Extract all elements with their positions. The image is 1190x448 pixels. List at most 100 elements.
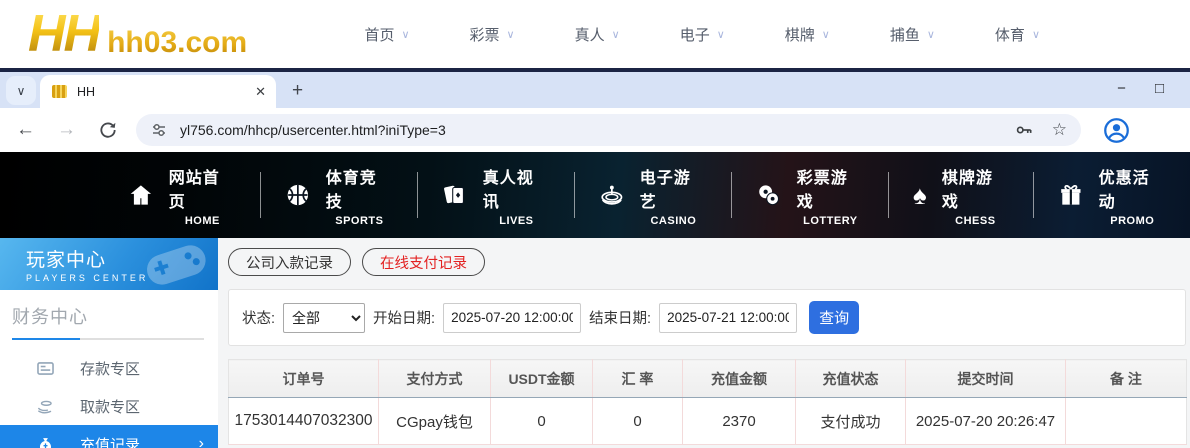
back-button[interactable]: ← bbox=[16, 119, 35, 141]
address-bar[interactable]: yl756.com/hhcp/usercenter.html?iniType=3… bbox=[136, 114, 1081, 146]
gamenav-lives[interactable]: 真人视讯 LIVES bbox=[418, 164, 574, 227]
gamenav-en: SPORTS bbox=[335, 215, 383, 227]
cards-icon bbox=[442, 182, 468, 208]
start-date-label: 开始日期: bbox=[373, 307, 435, 328]
site-info-icon[interactable] bbox=[150, 121, 168, 139]
minimize-button[interactable]: − bbox=[1117, 80, 1126, 98]
site-logo[interactable]: HH hh03.com bbox=[28, 6, 247, 62]
section-underline-accent bbox=[12, 338, 80, 340]
cell-payment-method: CGpay钱包 bbox=[379, 398, 491, 445]
main-panel: 公司入款记录 在线支付记录 状态: 全部 开始日期: 结束日期: 查询 bbox=[218, 238, 1190, 448]
page: HH hh03.com 首页 ∨ 彩票 ∨ 真人 ∨ 电子 ∨ 棋牌 ∨ bbox=[0, 0, 1190, 448]
gamenav-cn: 优惠活动 bbox=[1099, 164, 1166, 212]
start-date-input[interactable] bbox=[443, 303, 581, 333]
chevron-down-icon: ∨ bbox=[401, 28, 409, 41]
gamenav-en: CHESS bbox=[955, 215, 995, 227]
gamenav-en: HOME bbox=[185, 215, 220, 227]
browser-tab[interactable]: HH ✕ bbox=[40, 75, 276, 108]
gamenav-labels: 体育竞技 SPORTS bbox=[326, 164, 393, 227]
password-key-icon[interactable] bbox=[1014, 120, 1034, 140]
sidebar-item-label: 充值记录 bbox=[80, 434, 140, 448]
gamenav-sports[interactable]: 体育竞技 SPORTS bbox=[261, 164, 417, 227]
site-nav-live[interactable]: 真人 ∨ bbox=[575, 24, 620, 45]
gamenav-cn: 网站首页 bbox=[169, 164, 236, 212]
deposit-card-icon bbox=[36, 359, 55, 378]
gamenav-en: LOTTERY bbox=[803, 215, 857, 227]
tab-search-button[interactable]: ∨ bbox=[6, 76, 36, 105]
tab-strip: ∨ HH ✕ + − □ bbox=[0, 72, 1190, 108]
end-date-label: 结束日期: bbox=[589, 307, 651, 328]
nav-label: 捕鱼 bbox=[890, 24, 920, 45]
forward-button[interactable]: → bbox=[57, 119, 76, 141]
col-order-no: 订单号 bbox=[229, 360, 379, 398]
chevron-down-icon: ∨ bbox=[717, 28, 725, 41]
sidebar-item-label: 存款专区 bbox=[80, 358, 140, 379]
gamenav-labels: 彩票游戏 LOTTERY bbox=[797, 164, 864, 227]
nav-label: 电子 bbox=[680, 24, 710, 45]
site-nav-chess[interactable]: 棋牌 ∨ bbox=[785, 24, 830, 45]
status-select[interactable]: 全部 bbox=[283, 303, 365, 333]
query-button[interactable]: 查询 bbox=[809, 301, 859, 334]
basketball-icon bbox=[285, 182, 311, 208]
sidebar-item-withdraw[interactable]: 取款专区 bbox=[0, 387, 218, 425]
sidebar-item-label: 取款专区 bbox=[80, 396, 140, 417]
home-icon bbox=[128, 182, 154, 208]
col-recharge-amount: 充值金额 bbox=[683, 360, 796, 398]
site-nav-home[interactable]: 首页 ∨ bbox=[364, 24, 409, 45]
sidebar-item-deposit[interactable]: 存款专区 bbox=[0, 349, 218, 387]
lottery-balls-icon bbox=[756, 182, 782, 208]
col-exchange-rate: 汇 率 bbox=[593, 360, 683, 398]
site-nav-lottery[interactable]: 彩票 ∨ bbox=[470, 24, 515, 45]
nav-label: 真人 bbox=[575, 24, 605, 45]
maximize-button[interactable]: □ bbox=[1155, 80, 1164, 98]
site-nav: 首页 ∨ 彩票 ∨ 真人 ∨ 电子 ∨ 棋牌 ∨ 捕鱼 ∨ bbox=[364, 24, 1040, 45]
roulette-icon bbox=[599, 182, 625, 208]
col-submit-time: 提交时间 bbox=[906, 360, 1066, 398]
gamenav-chess[interactable]: ♠ 棋牌游戏 CHESS bbox=[889, 164, 1033, 227]
gamenav-labels: 棋牌游戏 CHESS bbox=[942, 164, 1009, 227]
browser-toolbar: ← → yl756.com/hhcp/usercenter.html?iniTy… bbox=[0, 108, 1190, 152]
col-recharge-status: 充值状态 bbox=[796, 360, 906, 398]
gamenav-cn: 电子游艺 bbox=[640, 164, 707, 212]
col-remark: 备 注 bbox=[1066, 360, 1187, 398]
site-nav-fishing[interactable]: 捕鱼 ∨ bbox=[890, 24, 935, 45]
chevron-down-icon: ∨ bbox=[1032, 28, 1040, 41]
table-row: 1753014407032300 CGpay钱包 0 0 2370 支付成功 2… bbox=[229, 398, 1187, 445]
col-usdt-amount: USDT金额 bbox=[491, 360, 593, 398]
game-nav: 网站首页 HOME 体育竞技 SPORTS 真人视讯 LI bbox=[0, 152, 1190, 238]
cell-order-no: 1753014407032300 bbox=[229, 398, 379, 445]
window-controls: − □ bbox=[1117, 80, 1164, 98]
chevron-down-icon: ∨ bbox=[17, 84, 26, 98]
logo-hh-text: HH bbox=[28, 6, 99, 62]
chevron-down-icon: ∨ bbox=[612, 28, 620, 41]
tab-close-icon[interactable]: ✕ bbox=[255, 84, 266, 100]
bookmark-star-icon[interactable]: ☆ bbox=[1052, 120, 1067, 140]
gamenav-lottery[interactable]: 彩票游戏 LOTTERY bbox=[732, 164, 888, 227]
site-header: HH hh03.com 首页 ∨ 彩票 ∨ 真人 ∨ 电子 ∨ 棋牌 ∨ bbox=[0, 0, 1190, 68]
chevron-right-icon: › bbox=[199, 435, 204, 448]
company-deposit-records-button[interactable]: 公司入款记录 bbox=[228, 248, 351, 276]
new-tab-button[interactable]: + bbox=[292, 80, 303, 102]
end-date-input[interactable] bbox=[659, 303, 797, 333]
tab-favicon bbox=[52, 85, 67, 98]
gamenav-promo[interactable]: 优惠活动 PROMO bbox=[1034, 164, 1190, 227]
money-bag-icon bbox=[36, 435, 55, 448]
profile-avatar[interactable] bbox=[1103, 117, 1130, 144]
chevron-down-icon: ∨ bbox=[822, 28, 830, 41]
site-nav-slots[interactable]: 电子 ∨ bbox=[680, 24, 725, 45]
gamenav-en: LIVES bbox=[499, 215, 533, 227]
col-payment-method: 支付方式 bbox=[379, 360, 491, 398]
spade-icon: ♠ bbox=[913, 182, 927, 208]
cell-exchange-rate: 0 bbox=[593, 398, 683, 445]
content-area: 玩家中心 PLAYERS CENTER 财务中心 bbox=[0, 238, 1190, 448]
gamenav-casino[interactable]: 电子游艺 CASINO bbox=[575, 164, 731, 227]
cell-recharge-amount: 2370 bbox=[683, 398, 796, 445]
cell-usdt-amount: 0 bbox=[491, 398, 593, 445]
sidebar-item-recharge-records[interactable]: 充值记录 › bbox=[0, 425, 218, 448]
online-payment-records-button[interactable]: 在线支付记录 bbox=[362, 248, 485, 276]
site-nav-sports[interactable]: 体育 ∨ bbox=[995, 24, 1040, 45]
gamenav-labels: 网站首页 HOME bbox=[169, 164, 236, 227]
reload-button[interactable] bbox=[98, 120, 118, 140]
withdraw-hand-icon bbox=[36, 397, 55, 416]
gamenav-home[interactable]: 网站首页 HOME bbox=[104, 164, 260, 227]
